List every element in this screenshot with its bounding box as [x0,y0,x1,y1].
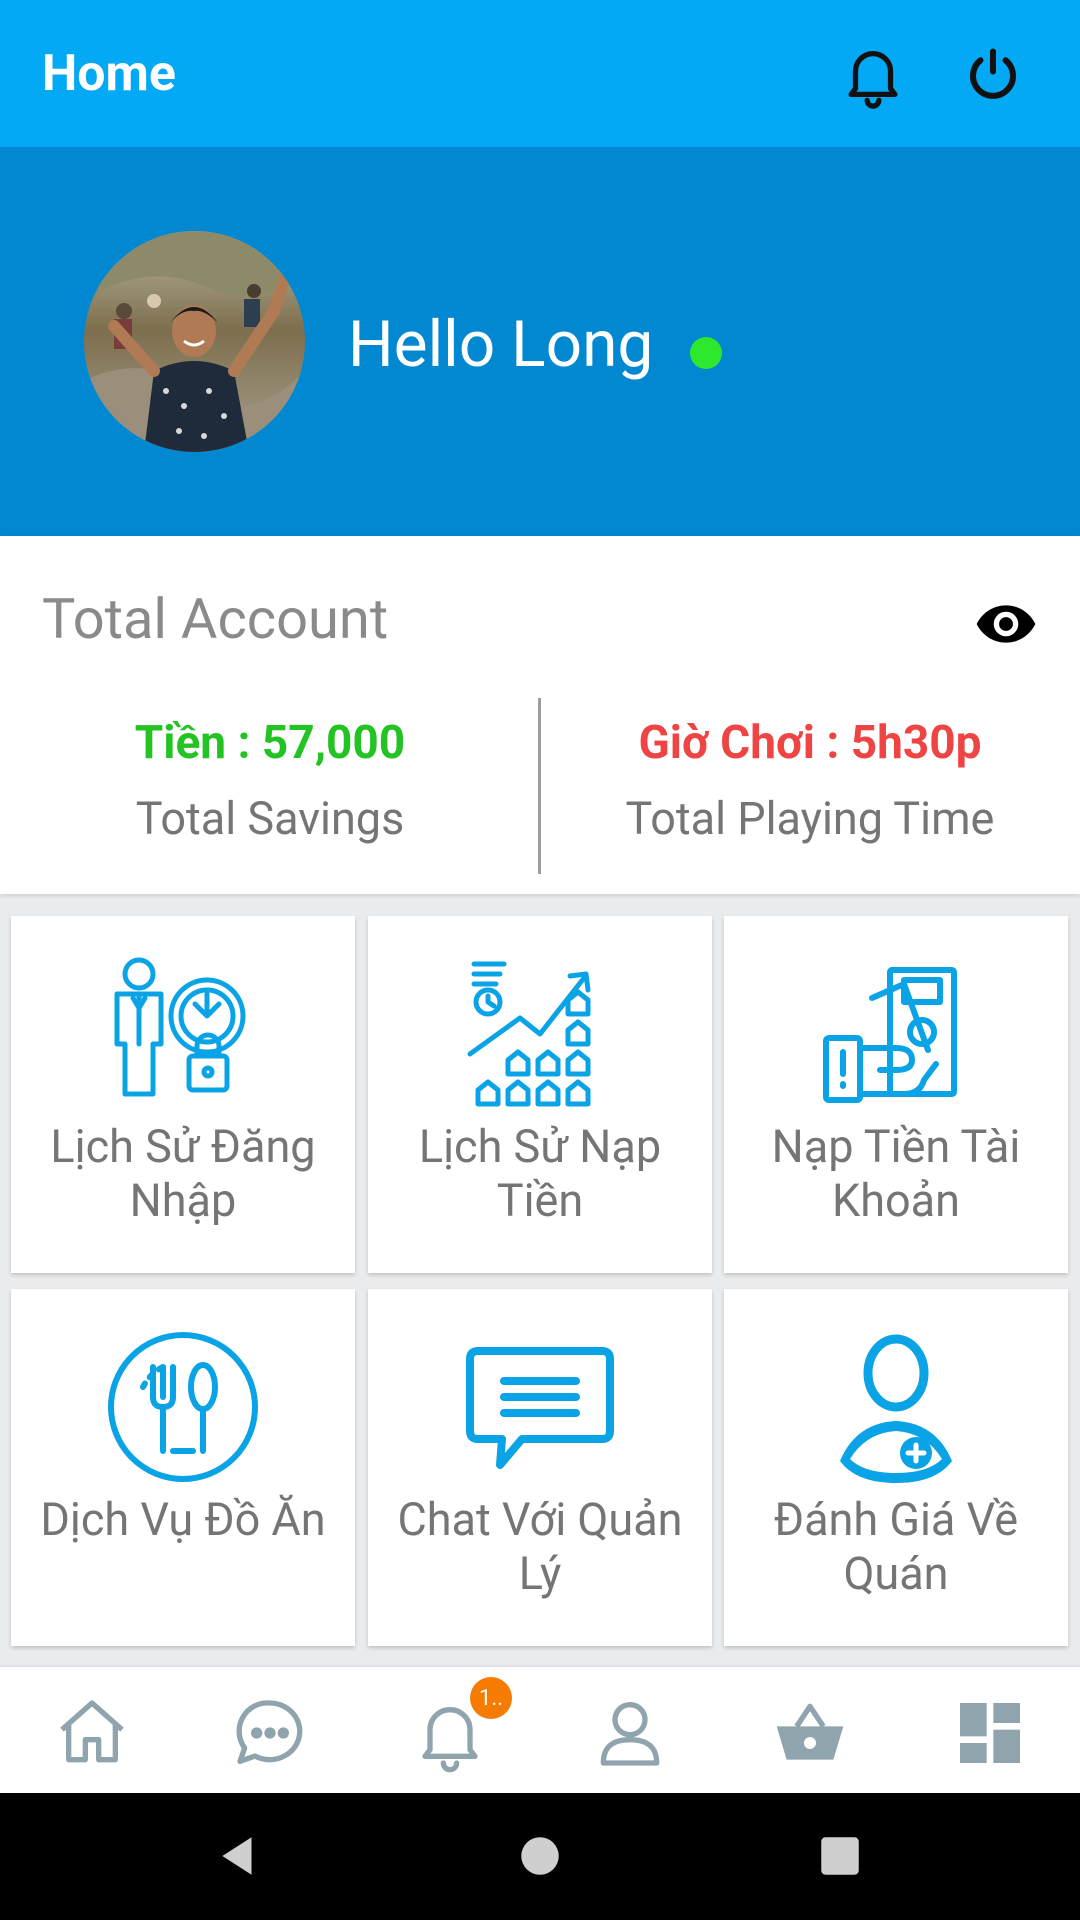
tile-chat-manager[interactable]: Chat Với Quản Lý [368,1289,712,1646]
app-bar: Home [0,0,1080,147]
tile-deposit-history[interactable]: Lịch Sử Nạp Tiền [368,916,712,1273]
power-icon [970,48,1016,99]
savings-stat: Tiền : 57,000 Total Savings [0,716,540,845]
system-navigation-bar [0,1793,1080,1920]
dashboard-icon [960,1703,1020,1763]
back-triangle-icon [222,1837,252,1875]
review-icon [840,1334,952,1483]
food-service-icon [108,1332,258,1482]
tile-top-up[interactable]: Nạp Tiền Tài Khoản [724,916,1068,1273]
tile-label: Dịch Vụ Đồ Ăn [40,1493,326,1546]
notifications-button[interactable] [828,29,918,119]
nav-home[interactable] [52,1693,132,1773]
nav-chat[interactable] [230,1693,310,1773]
deposit-history-icon [467,961,591,1107]
tile-review[interactable]: Đánh Giá Về Quán [724,1289,1068,1646]
nav-basket[interactable] [770,1693,850,1773]
playing-time-value: Giờ Chơi : 5h30p [638,716,982,770]
system-recents-button[interactable] [815,1831,865,1881]
login-history-icon [114,957,246,1097]
tile-label: Lịch Sử Nạp Tiền [418,1120,662,1227]
home-circle-icon [521,1837,559,1875]
bottom-navigation: 1.. [0,1667,1080,1793]
playing-time-stat: Giờ Chơi : 5h30p Total Playing Time [540,716,1080,845]
top-up-icon [823,967,957,1103]
total-account-card: Total Account Tiền : 57,000 Total Saving… [0,536,1080,894]
savings-label: Total Savings [135,792,405,845]
chat-icon [466,1347,614,1469]
recents-square-icon [821,1837,859,1875]
nav-profile[interactable] [590,1693,670,1773]
tile-label: Nạp Tiền Tài Khoản [771,1120,1021,1227]
home-icon [60,1700,124,1763]
avatar[interactable] [84,231,305,452]
tile-login-history[interactable]: Lịch Sử Đăng Nhập [11,916,355,1273]
toggle-visibility-button[interactable] [974,592,1038,656]
notification-badge: 1.. [470,1677,512,1719]
tile-label: Đánh Giá Về Quán [773,1493,1019,1600]
basket-icon [776,1703,844,1760]
bell-icon [848,50,898,109]
tile-food-service[interactable]: Dịch Vụ Đồ Ăn [11,1289,355,1646]
system-back-button[interactable] [214,1831,264,1881]
chat-bubble-icon [236,1700,303,1764]
profile-banner: Hello Long [0,147,1080,536]
tile-label: Lịch Sử Đăng Nhập [50,1120,316,1227]
greeting-text: Hello Long [348,307,654,382]
system-home-button[interactable] [515,1831,565,1881]
tile-label: Chat Với Quản Lý [397,1493,683,1600]
profile-icon [600,1702,660,1766]
playing-time-label: Total Playing Time [625,792,995,845]
logout-button[interactable] [948,29,1038,119]
page-title: Home [42,44,176,103]
online-status-dot [690,337,722,369]
total-account-heading: Total Account [42,586,389,652]
savings-value: Tiền : 57,000 [134,716,406,770]
nav-dashboard[interactable] [950,1693,1030,1773]
eye-icon [976,605,1036,643]
